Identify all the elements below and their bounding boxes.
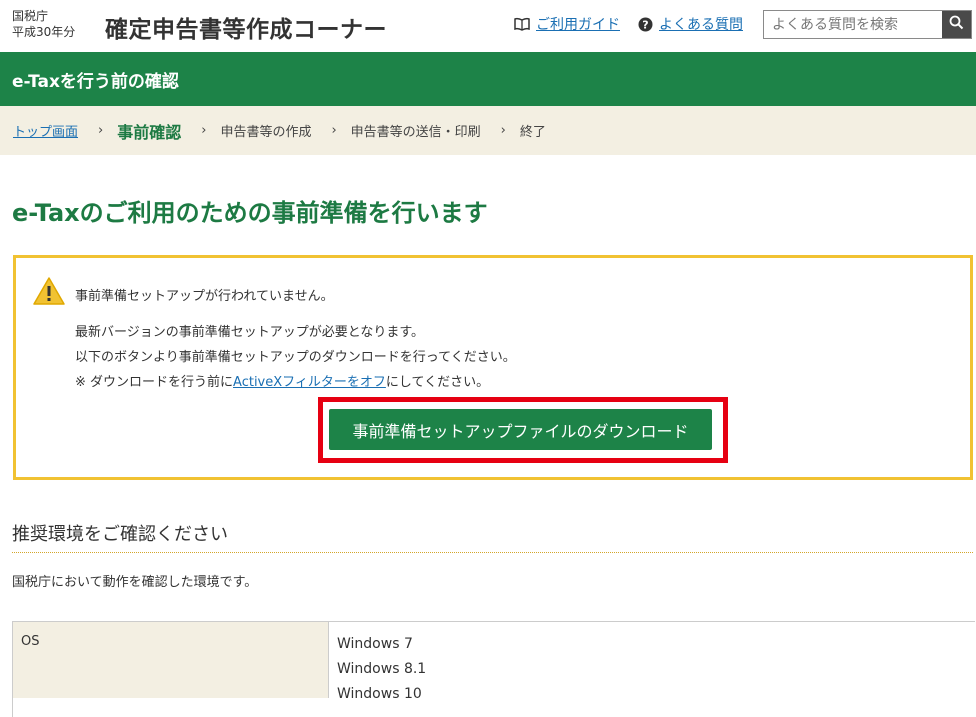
recommended-env-title: 推奨環境をご確認ください xyxy=(12,524,228,545)
section-bar-title: e-Taxを行う前の確認 xyxy=(12,72,179,92)
environment-table: OS Windows 7 Windows 8.1 Windows 10 xyxy=(12,621,975,717)
site-header: 国税庁 平成30年分 確定申告書等作成コーナー ご利用ガイド ? よくある質問 xyxy=(0,0,976,52)
breadcrumb-step: 申告書等の作成 xyxy=(220,125,312,140)
notice-note: ※ ダウンロードを行う前にActiveXフィルターをオフにしてください。 xyxy=(75,370,516,395)
search-icon xyxy=(949,15,964,34)
section-divider xyxy=(12,552,973,553)
breadcrumb-separator: › xyxy=(331,123,337,138)
faq-link[interactable]: ? よくある質問 xyxy=(638,14,743,34)
warning-text: 事前準備セットアップが行われていません。 xyxy=(75,289,334,304)
notice-body: 最新バージョンの事前準備セットアップが必要となります。 以下のボタンより事前準備… xyxy=(75,320,516,395)
notice-line: 最新バージョンの事前準備セットアップが必要となります。 xyxy=(75,325,425,340)
search-input[interactable] xyxy=(764,11,942,38)
breadcrumb-separator: › xyxy=(201,123,207,138)
agency-year: 平成30年分 xyxy=(12,25,76,39)
breadcrumb-separator: › xyxy=(98,123,104,138)
faq-link-label[interactable]: よくある質問 xyxy=(659,14,743,34)
os-label: OS xyxy=(13,622,329,698)
breadcrumb: トップ画面 › 事前確認 › 申告書等の作成 › 申告書等の送信・印刷 › 終了 xyxy=(0,106,976,155)
os-value: Windows 7 xyxy=(337,636,413,652)
breadcrumb-step: 終了 xyxy=(519,125,546,140)
agency-block: 国税庁 平成30年分 xyxy=(12,8,75,40)
site-title[interactable]: 確定申告書等作成コーナー xyxy=(105,10,387,44)
os-values: Windows 7 Windows 8.1 Windows 10 xyxy=(329,622,975,717)
breadcrumb-step: 申告書等の送信・印刷 xyxy=(350,125,481,140)
breadcrumb-current: 事前確認 xyxy=(117,122,182,142)
os-value: Windows 10 xyxy=(337,686,422,702)
note-suffix: にしてください。 xyxy=(385,375,490,390)
notice-line: 以下のボタンより事前準備セットアップのダウンロードを行ってください。 xyxy=(75,350,516,365)
activex-filter-link[interactable]: ActiveXフィルターをオフ xyxy=(233,375,386,390)
guide-link[interactable]: ご利用ガイド xyxy=(514,14,620,34)
search-button[interactable] xyxy=(942,11,971,38)
note-prefix: ※ ダウンロードを行う前に xyxy=(75,375,234,390)
table-row: OS Windows 7 Windows 8.1 Windows 10 xyxy=(13,622,975,717)
svg-text:?: ? xyxy=(642,18,648,31)
faq-search xyxy=(763,10,972,39)
os-value: Windows 8.1 xyxy=(337,661,427,677)
breadcrumb-separator: › xyxy=(500,123,506,138)
question-icon: ? xyxy=(638,17,653,32)
warning-icon xyxy=(32,276,66,310)
section-bar: e-Taxを行う前の確認 xyxy=(0,52,976,106)
book-icon xyxy=(514,17,530,31)
guide-link-label[interactable]: ご利用ガイド xyxy=(536,14,620,34)
download-setup-button[interactable]: 事前準備セットアップファイルのダウンロード xyxy=(329,409,712,450)
breadcrumb-top[interactable]: トップ画面 xyxy=(13,121,78,140)
page-title: e-Taxのご利用のための事前準備を行います xyxy=(12,199,488,227)
recommended-env-description: 国税庁において動作を確認した環境です。 xyxy=(12,575,258,590)
agency-name: 国税庁 xyxy=(12,9,49,23)
setup-notice: 事前準備セットアップが行われていません。 最新バージョンの事前準備セットアップが… xyxy=(13,255,973,480)
